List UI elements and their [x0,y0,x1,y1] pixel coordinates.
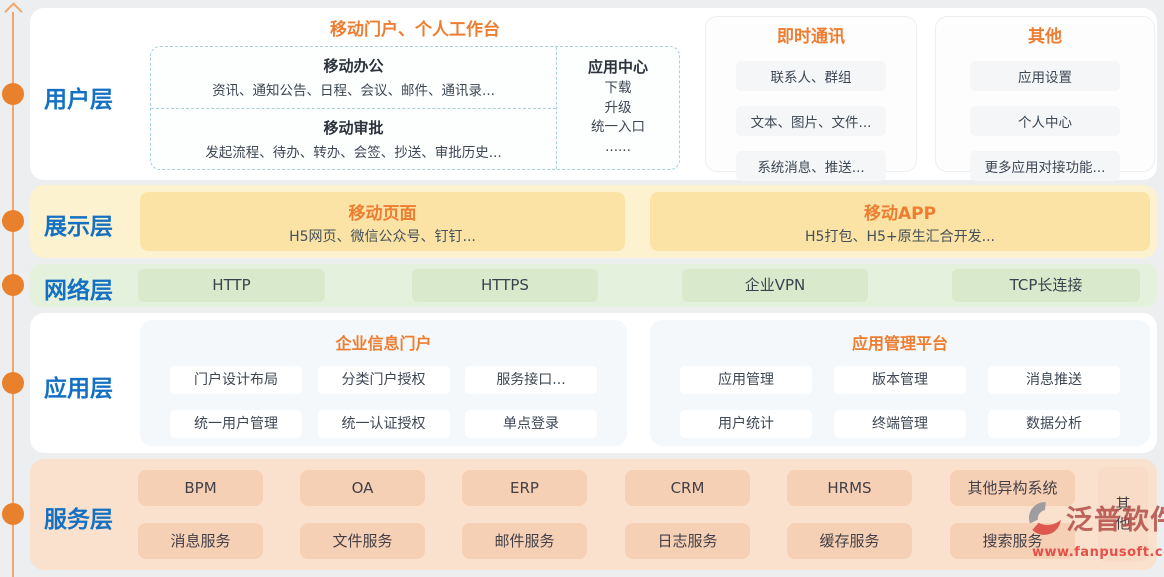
layer-application-label: 应用层 [44,369,113,403]
section-heading: 应用中心 [588,56,648,77]
app-item: 用户统计 [680,410,812,438]
architecture-diagram: 用户层 移动门户、个人工作台 移动办公 资讯、通知公告、日程、会议、邮件、通讯录… [0,0,1164,577]
box-subtitle: H5网页、微信公众号、钉钉... [140,226,625,246]
watermark-brand: 泛普软件 [1066,498,1164,537]
card-title: 应用管理平台 [650,330,1150,354]
panel-items: 应用设置 个人中心 更多应用对接功能... [970,61,1120,181]
layer-network-label: 网络层 [44,271,113,305]
watermark-url: www.fanpusoft.com [1032,545,1164,560]
layer-node-dot [2,503,24,525]
app-item: 门户设计布局 [170,366,302,394]
app-item: 数据分析 [988,410,1120,438]
service-chip: CRM [625,470,750,506]
card-title: 企业信息门户 [140,330,627,354]
panel-title: 即时通讯 [777,23,845,51]
service-chip: BPM [138,470,263,506]
app-item: 应用管理 [680,366,812,394]
layer-service: 服务层 BPM OA ERP CRM HRMS 其他异构系统 消息服务 文件服务… [30,459,1157,570]
panel-title: 其他 [1028,23,1062,51]
box-title: 移动页面 [140,199,625,224]
panel-other: 其他 应用设置 个人中心 更多应用对接功能... [935,16,1155,172]
panel-mobile-portal-title: 移动门户、个人工作台 [140,16,690,44]
feature-chip: 应用设置 [970,61,1120,91]
service-chip: 日志服务 [625,523,750,559]
layer-network: 网络层 HTTP HTTPS 企业VPN TCP长连接 [30,264,1157,307]
layer-node-dot [2,83,24,105]
feature-chip: 更多应用对接功能... [970,151,1120,181]
app-item: 分类门户授权 [318,366,450,394]
panel-mobile-portal: 移动门户、个人工作台 移动办公 资讯、通知公告、日程、会议、邮件、通讯录... … [140,16,690,174]
network-chip: 企业VPN [682,269,868,302]
service-chip: 缓存服务 [787,523,912,559]
feature-chip: 个人中心 [970,106,1120,136]
section-text: 发起流程、待办、转办、会签、抄送、审批历史... [151,141,556,161]
mobile-portal-dashed-box: 移动办公 资讯、通知公告、日程、会议、邮件、通讯录... 移动审批 发起流程、待… [150,46,680,170]
app-item: 版本管理 [834,366,966,394]
app-item: 统一认证授权 [318,410,450,438]
layer-node-dot [2,372,24,394]
layer-node-dot [2,274,24,296]
feature-chip: 文本、图片、文件... [736,106,886,136]
app-item: 单点登录 [465,410,597,438]
app-item: 服务接口... [465,366,597,394]
card-items: 门户设计布局 分类门户授权 服务接口... 统一用户管理 统一认证授权 单点登录 [140,354,627,438]
app-item: 消息推送 [988,366,1120,394]
feature-chip: 联系人、群组 [736,61,886,91]
service-chip: HRMS [787,470,912,506]
watermark: 泛普软件 [1026,498,1164,537]
panel-items: 联系人、群组 文本、图片、文件... 系统消息、推送... [736,61,886,181]
card-enterprise-portal: 企业信息门户 门户设计布局 分类门户授权 服务接口... 统一用户管理 统一认证… [140,320,627,446]
panel-instant-messaging: 即时通讯 联系人、群组 文本、图片、文件... 系统消息、推送... [705,16,917,172]
app-item: 终端管理 [834,410,966,438]
app-center-line: ...... [605,138,631,158]
layer-service-label: 服务层 [44,500,113,534]
section-heading: 移动审批 [151,117,556,138]
service-chip: ERP [462,470,587,506]
network-chip: TCP长连接 [952,269,1140,302]
mobile-portal-left: 移动办公 资讯、通知公告、日程、会议、邮件、通讯录... 移动审批 发起流程、待… [151,47,556,169]
up-arrow-icon [4,2,22,20]
service-chip: OA [300,470,425,506]
section-heading: 移动办公 [151,55,556,76]
app-item: 统一用户管理 [170,410,302,438]
layer-application: 应用层 企业信息门户 门户设计布局 分类门户授权 服务接口... 统一用户管理 … [30,313,1157,453]
app-center-line: 升级 [605,99,632,119]
service-chip: 文件服务 [300,523,425,559]
feature-chip: 系统消息、推送... [736,151,886,181]
service-chip: 邮件服务 [462,523,587,559]
layer-node-dot [2,210,24,232]
layer-display: 展示层 移动页面 H5网页、微信公众号、钉钉... 移动APP H5打包、H5+… [30,185,1157,258]
card-app-management-platform: 应用管理平台 应用管理 版本管理 消息推送 用户统计 终端管理 数据分析 [650,320,1150,446]
network-chip: HTTP [138,269,325,302]
fanpu-swoosh-icon [1026,499,1064,537]
section-app-center: 应用中心 下载 升级 统一入口 ...... [556,47,679,169]
app-center-line: 统一入口 [591,118,645,138]
layer-user-label: 用户层 [44,80,113,114]
layer-display-label: 展示层 [44,207,113,241]
section-mobile-approval: 移动审批 发起流程、待办、转办、会签、抄送、审批历史... [151,108,556,170]
box-subtitle: H5打包、H5+原生汇合开发... [650,226,1150,246]
section-text: 资讯、通知公告、日程、会议、邮件、通讯录... [151,79,556,99]
card-items: 应用管理 版本管理 消息推送 用户统计 终端管理 数据分析 [650,354,1150,438]
service-chip: 消息服务 [138,523,263,559]
app-center-line: 下载 [605,79,632,99]
box-mobile-page: 移动页面 H5网页、微信公众号、钉钉... [140,192,625,251]
box-title: 移动APP [650,199,1150,224]
section-mobile-office: 移动办公 资讯、通知公告、日程、会议、邮件、通讯录... [151,47,556,108]
network-chip: HTTPS [412,269,598,302]
layer-user: 用户层 移动门户、个人工作台 移动办公 资讯、通知公告、日程、会议、邮件、通讯录… [30,8,1157,180]
box-mobile-app: 移动APP H5打包、H5+原生汇合开发... [650,192,1150,251]
